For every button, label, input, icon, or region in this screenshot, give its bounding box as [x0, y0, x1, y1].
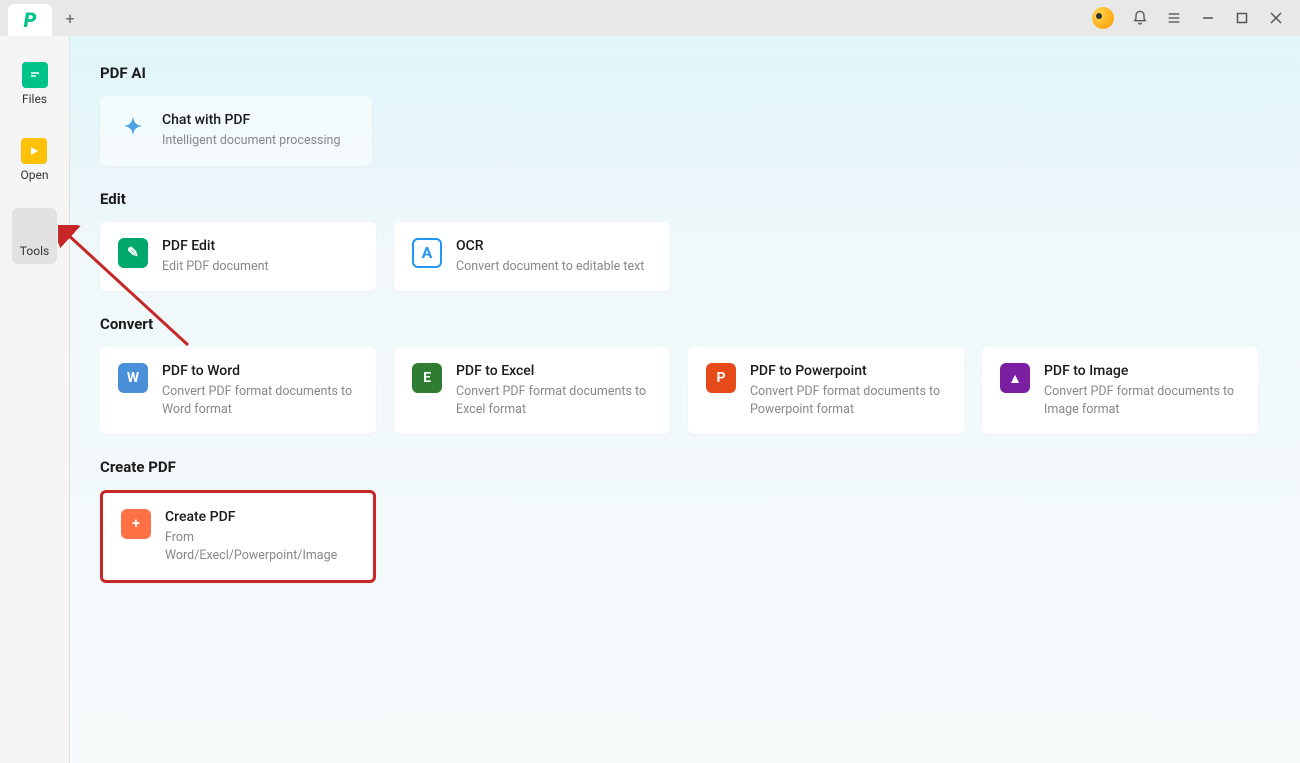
card-create-pdf[interactable]: + Create PDF From Word/Execl/Powerpoint/… [100, 490, 376, 583]
open-icon [21, 138, 47, 164]
card-title: PDF to Image [1044, 363, 1240, 379]
tools-icon [21, 214, 47, 240]
card-title: PDF to Word [162, 363, 358, 379]
titlebar-controls [1092, 7, 1292, 29]
section-heading-pdf-ai: PDF AI [100, 64, 1270, 82]
card-pdf-edit[interactable]: ✎ PDF Edit Edit PDF document [100, 222, 376, 292]
sidebar-item-open[interactable]: Open [13, 132, 57, 188]
card-title: OCR [456, 238, 644, 254]
word-icon: W [118, 363, 148, 393]
create-icon: + [121, 509, 151, 539]
card-desc: From Word/Execl/Powerpoint/Image [165, 529, 355, 564]
titlebar: P + [0, 0, 1300, 36]
card-desc: Convert PDF format documents to Word for… [162, 383, 358, 418]
card-chat-with-pdf[interactable]: ✦ Chat with PDF Intelligent document pro… [100, 96, 372, 166]
files-icon [22, 62, 48, 88]
app-tab[interactable]: P [8, 4, 52, 36]
main-content: PDF AI ✦ Chat with PDF Intelligent docum… [70, 36, 1300, 763]
ocr-icon: A [412, 238, 442, 268]
card-desc: Convert PDF format documents to Image fo… [1044, 383, 1240, 418]
sidebar: Files Open Tools [0, 36, 70, 763]
card-pdf-to-excel[interactable]: E PDF to Excel Convert PDF format docume… [394, 347, 670, 434]
powerpoint-icon: P [706, 363, 736, 393]
image-icon: ▲ [1000, 363, 1030, 393]
maximize-button[interactable] [1234, 10, 1250, 26]
sidebar-item-label: Files [22, 92, 47, 106]
excel-icon: E [412, 363, 442, 393]
section-heading-edit: Edit [100, 190, 1270, 208]
close-button[interactable] [1268, 10, 1284, 26]
card-title: PDF Edit [162, 238, 269, 254]
card-desc: Convert PDF format documents to Powerpoi… [750, 383, 946, 418]
minimize-button[interactable] [1200, 10, 1216, 26]
app-logo-icon: P [24, 8, 37, 32]
card-desc: Edit PDF document [162, 258, 269, 276]
card-title: Chat with PDF [162, 112, 340, 128]
card-title: Create PDF [165, 509, 355, 525]
card-desc: Convert document to editable text [456, 258, 644, 276]
sparkle-icon: ✦ [118, 112, 148, 142]
card-desc: Convert PDF format documents to Excel fo… [456, 383, 652, 418]
sidebar-item-tools[interactable]: Tools [12, 208, 57, 264]
sidebar-item-files[interactable]: Files [14, 56, 56, 112]
card-title: PDF to Excel [456, 363, 652, 379]
card-title: PDF to Powerpoint [750, 363, 946, 379]
notifications-icon[interactable] [1132, 10, 1148, 26]
sidebar-item-label: Open [21, 168, 49, 182]
section-heading-create: Create PDF [100, 458, 1270, 476]
card-pdf-to-powerpoint[interactable]: P PDF to Powerpoint Convert PDF format d… [688, 347, 964, 434]
new-tab-button[interactable]: + [52, 2, 88, 34]
card-ocr[interactable]: A OCR Convert document to editable text [394, 222, 670, 292]
menu-icon[interactable] [1166, 10, 1182, 26]
sidebar-item-label: Tools [20, 244, 49, 258]
avatar[interactable] [1092, 7, 1114, 29]
card-desc: Intelligent document processing [162, 132, 340, 150]
section-heading-convert: Convert [100, 315, 1270, 333]
card-pdf-to-word[interactable]: W PDF to Word Convert PDF format documen… [100, 347, 376, 434]
card-pdf-to-image[interactable]: ▲ PDF to Image Convert PDF format docume… [982, 347, 1258, 434]
edit-icon: ✎ [118, 238, 148, 268]
